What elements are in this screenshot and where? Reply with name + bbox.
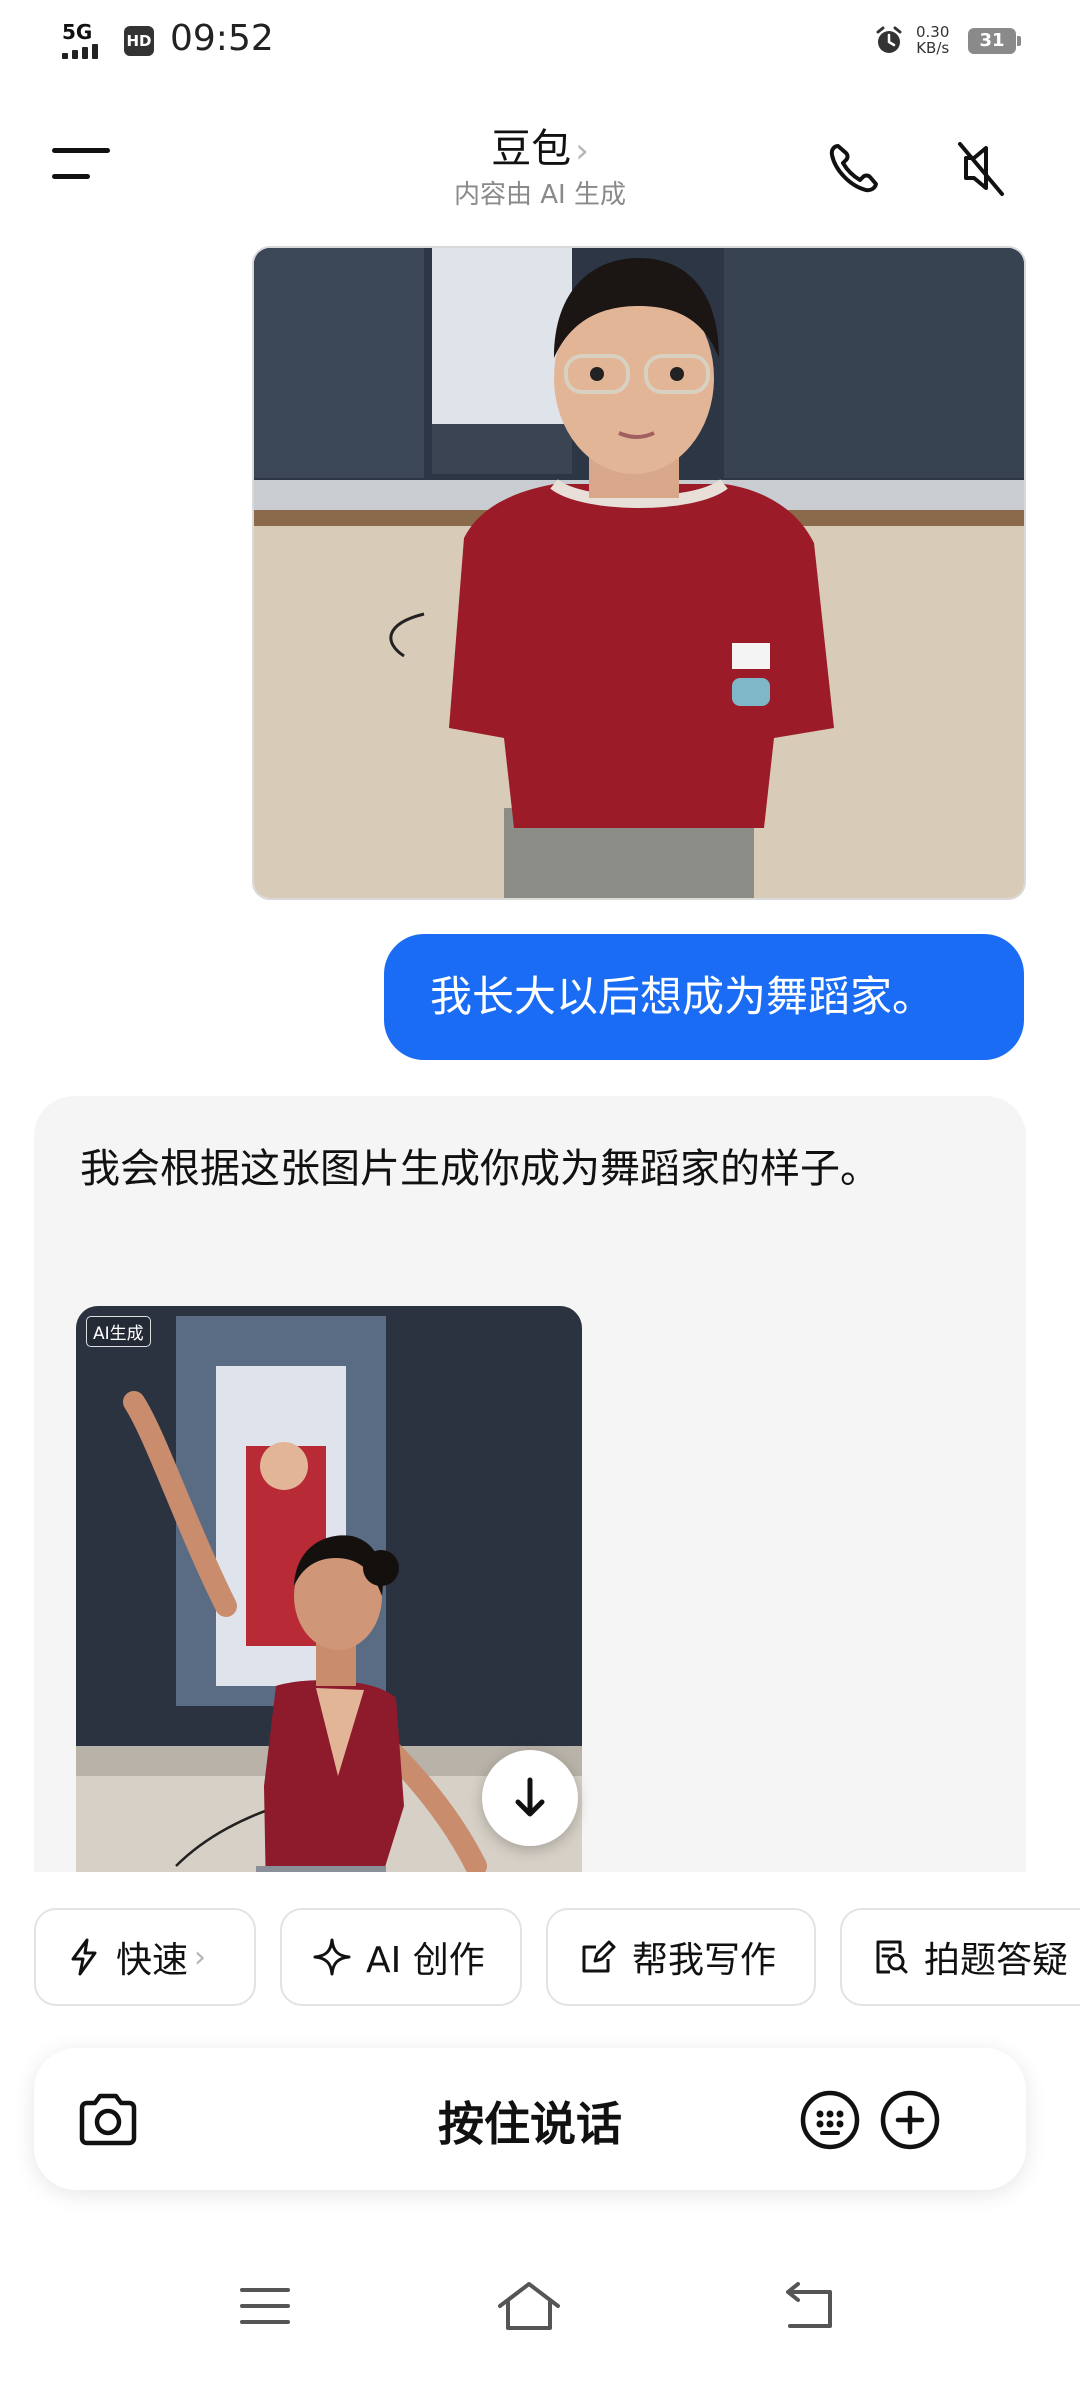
home-icon[interactable] — [494, 2276, 564, 2336]
quick-action-fast[interactable]: 快速 › — [34, 1908, 256, 2006]
quick-action-photo-answer[interactable]: 拍题答疑 — [840, 1908, 1080, 2006]
clock: 09:52 — [170, 18, 274, 59]
lightning-icon — [71, 1938, 97, 1976]
ai-disclaimer: 内容由 AI 生成 — [454, 180, 626, 210]
user-uploaded-image[interactable] — [252, 246, 1026, 900]
hd-badge: HD — [124, 26, 154, 56]
photo-girl-red-shirt — [254, 248, 1024, 898]
speaker-muted-icon[interactable] — [948, 136, 1012, 200]
user-message-bubble[interactable]: 我长大以后想成为舞蹈家。 — [384, 934, 1024, 1060]
sparkle-icon — [313, 1938, 351, 1976]
phone-icon[interactable] — [822, 136, 886, 200]
edit-icon — [582, 1940, 616, 1973]
quick-action-label: 快速 — [116, 1940, 189, 1981]
speed-unit: KB/s — [916, 39, 950, 57]
quick-action-label: AI 创作 — [366, 1940, 485, 1981]
chat-screen: 5G HD 09:52 0.30 KB/s 31 豆包› 内容由 AI 生成 — [0, 0, 1080, 2400]
bot-name-label: 豆包 — [491, 126, 572, 172]
scroll-down-button[interactable] — [482, 1750, 578, 1846]
network-type: 5G — [62, 20, 93, 44]
quick-action-write[interactable]: 帮我写作 — [546, 1908, 816, 2006]
alarm-icon — [876, 26, 902, 53]
chevron-right-icon: › — [194, 1939, 207, 1975]
battery-icon: 31 — [968, 28, 1021, 54]
plus-icon[interactable] — [876, 2086, 944, 2154]
bot-name[interactable]: 豆包 › — [0, 116, 1080, 174]
back-icon[interactable] — [772, 2276, 842, 2336]
network-speed: 0.30 KB/s — [916, 24, 949, 56]
recents-icon[interactable] — [230, 2276, 300, 2336]
speed-value: 0.30 — [916, 23, 950, 41]
signal-icon — [62, 44, 98, 59]
arrow-down-icon — [515, 1777, 545, 1817]
bot-reply-text[interactable]: 我会根据这张图片生成你成为舞蹈家的样子。 — [80, 1132, 960, 1206]
quick-action-label: 拍题答疑 — [924, 1940, 1069, 1981]
quick-actions-bar: 快速 › AI 创作 帮我写作 拍题答疑 — [0, 1872, 1080, 2012]
quick-action-ai-create[interactable]: AI 创作 — [280, 1908, 522, 2006]
document-search-icon — [876, 1940, 908, 1974]
quick-action-label: 帮我写作 — [632, 1940, 777, 1981]
input-bar: 按住说话 — [34, 2048, 1026, 2190]
emoji-keyboard-icon[interactable] — [796, 2086, 864, 2154]
ai-generated-badge: AI生成 — [86, 1316, 151, 1347]
chevron-right-icon: › — [575, 131, 589, 171]
chat-header: 豆包 › 内容由 AI 生成 — [0, 110, 1080, 220]
status-bar: 5G HD 09:52 0.30 KB/s 31 — [0, 0, 1080, 84]
system-nav-bar — [0, 2240, 1080, 2400]
